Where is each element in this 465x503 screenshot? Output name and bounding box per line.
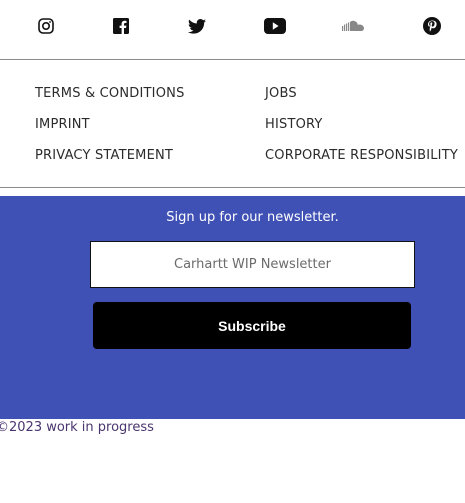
history-link[interactable]: HISTORY <box>265 117 323 133</box>
footer-page: TERMS & CONDITIONS IMPRINT PRIVACY STATE… <box>0 0 465 503</box>
terms-link[interactable]: TERMS & CONDITIONS <box>35 86 185 102</box>
top-divider <box>0 59 465 60</box>
instagram-icon[interactable] <box>34 14 58 38</box>
youtube-icon[interactable] <box>263 14 287 38</box>
bottom-divider <box>0 187 465 188</box>
subscribe-button[interactable]: Subscribe <box>93 302 411 349</box>
newsletter-email-input[interactable] <box>90 241 415 288</box>
imprint-link[interactable]: IMPRINT <box>35 117 90 133</box>
jobs-link[interactable]: JOBS <box>265 86 297 102</box>
social-links-row <box>0 0 465 56</box>
newsletter-section: Sign up for our newsletter. Subscribe <box>0 196 465 419</box>
facebook-icon[interactable] <box>109 14 133 38</box>
corporate-responsibility-link[interactable]: CORPORATE RESPONSIBILITY <box>265 148 458 164</box>
soundcloud-icon[interactable] <box>342 14 366 38</box>
newsletter-heading: Sign up for our newsletter. <box>166 210 339 225</box>
pinterest-icon[interactable] <box>420 14 444 38</box>
privacy-statement-link[interactable]: PRIVACY STATEMENT <box>35 148 173 164</box>
twitter-icon[interactable] <box>185 14 209 38</box>
copyright-text: ©2023 work in progress <box>0 420 154 435</box>
